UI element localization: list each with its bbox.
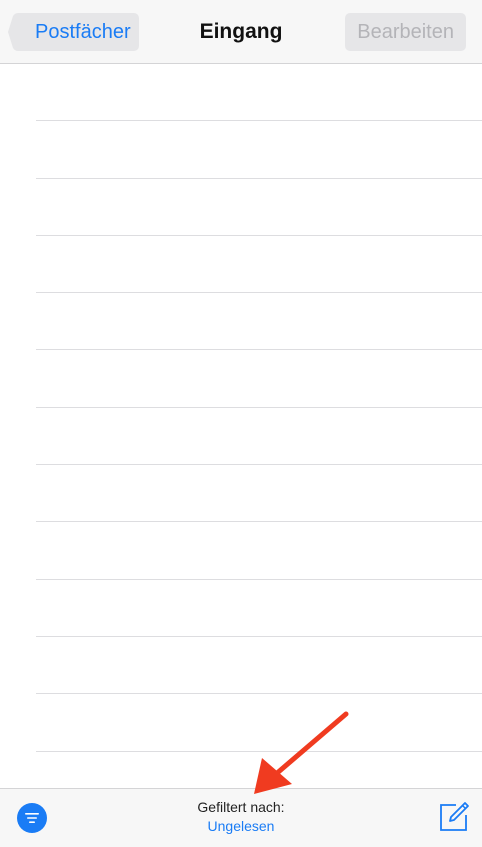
message-list[interactable] (0, 64, 482, 788)
mail-inbox-screen: Postfächer Eingang Bearbeiten Gefiltert … (0, 0, 482, 847)
list-item (0, 522, 482, 580)
list-item (0, 179, 482, 236)
filter-value-link[interactable]: Ungelesen (0, 817, 482, 836)
compose-button[interactable] (438, 801, 470, 833)
compose-icon (438, 801, 470, 833)
list-item (0, 236, 482, 294)
back-button-postfaecher[interactable]: Postfächer (8, 13, 152, 51)
list-item (0, 293, 482, 351)
filter-label: Gefiltert nach: (197, 799, 285, 815)
row-separator (36, 750, 482, 752)
list-item (0, 350, 482, 408)
list-item (0, 121, 482, 179)
list-item (0, 408, 482, 466)
edit-button[interactable]: Bearbeiten (345, 13, 466, 51)
list-item (0, 465, 482, 523)
back-chevron-icon (8, 13, 32, 51)
navigation-bar: Postfächer Eingang Bearbeiten (0, 0, 482, 64)
list-item (0, 64, 482, 122)
list-item (0, 580, 482, 637)
filter-status: Gefiltert nach: Ungelesen (0, 798, 482, 836)
back-button-label: Postfächer (35, 21, 131, 43)
list-item (0, 694, 482, 752)
bottom-toolbar: Gefiltert nach: Ungelesen (0, 788, 482, 847)
back-button-body: Postfächer (31, 13, 139, 51)
list-item (0, 637, 482, 695)
